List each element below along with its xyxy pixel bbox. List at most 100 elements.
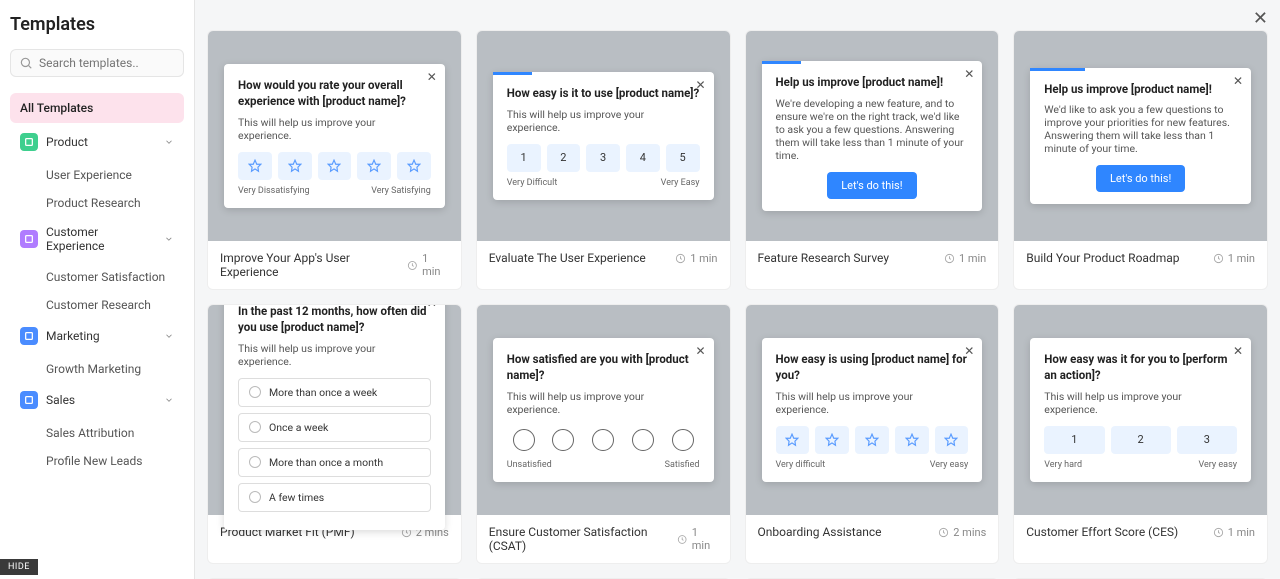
sidebar-sub-3-0[interactable]: Sales Attribution bbox=[10, 419, 184, 447]
sidebar-group-1[interactable]: Customer Experience bbox=[10, 217, 184, 261]
survey-question: Help us improve [product name]! bbox=[776, 75, 969, 91]
rating-number[interactable]: 5 bbox=[666, 144, 700, 172]
rating-number[interactable]: 4 bbox=[626, 144, 660, 172]
cta-button[interactable]: Let's do this! bbox=[827, 172, 916, 199]
sidebar-sub-0-1[interactable]: Product Research bbox=[10, 189, 184, 217]
survey-preview: ✕ How would you rate your overall experi… bbox=[224, 64, 445, 207]
rating-star[interactable] bbox=[318, 152, 352, 180]
sidebar-sub-1-1[interactable]: Customer Research bbox=[10, 291, 184, 319]
sidebar-sub-3-1[interactable]: Profile New Leads bbox=[10, 447, 184, 475]
survey-subtext: This will help us improve your experienc… bbox=[238, 116, 431, 142]
radio-option[interactable]: A few times bbox=[238, 483, 431, 512]
survey-question: How easy is it to use [product name]? bbox=[507, 86, 700, 102]
rating-number[interactable]: 3 bbox=[586, 144, 620, 172]
hide-badge[interactable]: HIDE bbox=[0, 559, 38, 575]
close-icon[interactable]: ✕ bbox=[1233, 344, 1243, 358]
category-icon bbox=[20, 133, 38, 151]
rating-face[interactable] bbox=[666, 426, 700, 454]
rating-face[interactable] bbox=[507, 426, 541, 454]
rating-star[interactable] bbox=[776, 426, 810, 454]
card-title: Ensure Customer Satisfaction (CSAT) bbox=[489, 525, 678, 553]
survey-question: How satisfied are you with [product name… bbox=[507, 352, 700, 383]
template-card[interactable]: ✕ Help us improve [product name]! We'd l… bbox=[1013, 30, 1268, 290]
rating-star[interactable] bbox=[935, 426, 969, 454]
sidebar-group-3[interactable]: Sales bbox=[10, 383, 184, 417]
close-icon[interactable]: ✕ bbox=[1253, 8, 1268, 29]
survey-preview: ✕ How satisfied are you with [product na… bbox=[493, 338, 714, 481]
rating-face[interactable] bbox=[586, 426, 620, 454]
survey-subtext: This will help us improve your experienc… bbox=[507, 108, 700, 134]
template-card[interactable]: ✕ Help us improve [product name]! We're … bbox=[745, 30, 1000, 290]
survey-subtext: This will help us improve your experienc… bbox=[1044, 390, 1237, 416]
sidebar-sub-1-0[interactable]: Customer Satisfaction bbox=[10, 263, 184, 291]
sidebar-group-label: Customer Experience bbox=[46, 225, 156, 253]
card-time: 1 min bbox=[407, 252, 448, 278]
template-card[interactable]: ✕ How would you rate your overall experi… bbox=[207, 30, 462, 290]
radio-option[interactable]: Once a week bbox=[238, 413, 431, 442]
rating-star[interactable] bbox=[278, 152, 312, 180]
template-card[interactable]: ✕ How satisfied are you with [product na… bbox=[476, 304, 731, 564]
page-title: Templates bbox=[10, 14, 184, 35]
search-icon bbox=[19, 56, 33, 70]
rating-face[interactable] bbox=[547, 426, 581, 454]
close-icon[interactable]: ✕ bbox=[427, 70, 437, 84]
rating-number[interactable]: 2 bbox=[547, 144, 581, 172]
category-icon bbox=[20, 391, 38, 409]
survey-subtext: This will help us improve your experienc… bbox=[507, 390, 700, 416]
survey-question: How easy is using [product name] for you… bbox=[776, 352, 969, 383]
rating-star[interactable] bbox=[238, 152, 272, 180]
sidebar-group-0[interactable]: Product bbox=[10, 125, 184, 159]
card-time: 1 min bbox=[1213, 252, 1255, 265]
rating-star[interactable] bbox=[397, 152, 431, 180]
main-area: ✕ ✕ How would you rate your overall expe… bbox=[195, 0, 1280, 579]
rating-star[interactable] bbox=[855, 426, 889, 454]
card-title: Feature Research Survey bbox=[758, 251, 890, 265]
card-time: 1 min bbox=[675, 252, 717, 265]
close-icon[interactable]: ✕ bbox=[1233, 74, 1243, 88]
rating-star[interactable] bbox=[815, 426, 849, 454]
template-card[interactable]: ✕ How easy was it for you to [perform an… bbox=[1013, 304, 1268, 564]
rating-star[interactable] bbox=[895, 426, 929, 454]
rating-star[interactable] bbox=[357, 152, 391, 180]
survey-preview: ✕ How easy is it to use [product name]? … bbox=[493, 72, 714, 200]
rating-face[interactable] bbox=[626, 426, 660, 454]
sidebar-item-all[interactable]: All Templates bbox=[10, 93, 184, 123]
search-box[interactable] bbox=[10, 49, 184, 77]
card-title: Improve Your App's User Experience bbox=[220, 251, 407, 279]
survey-preview: ✕ Help us improve [product name]! We're … bbox=[762, 61, 983, 211]
cta-button[interactable]: Let's do this! bbox=[1096, 165, 1185, 192]
sidebar-sub-2-0[interactable]: Growth Marketing bbox=[10, 355, 184, 383]
card-time: 1 min bbox=[1213, 526, 1255, 539]
sidebar-group-2[interactable]: Marketing bbox=[10, 319, 184, 353]
survey-subtext: We'd like to ask you a few questions to … bbox=[1044, 103, 1237, 155]
survey-question: Help us improve [product name]! bbox=[1044, 82, 1237, 98]
close-icon[interactable]: ✕ bbox=[695, 344, 705, 358]
card-title: Onboarding Assistance bbox=[758, 525, 882, 539]
survey-subtext: We're developing a new feature, and to e… bbox=[776, 97, 969, 162]
close-icon[interactable]: ✕ bbox=[964, 67, 974, 81]
sidebar: Templates All Templates Product User Exp… bbox=[0, 0, 195, 579]
card-time: 1 min bbox=[944, 252, 986, 265]
radio-option[interactable]: More than once a month bbox=[238, 448, 431, 477]
category-icon bbox=[20, 230, 38, 248]
survey-question: How would you rate your overall experien… bbox=[238, 78, 431, 109]
template-card[interactable]: ✕ How easy is it to use [product name]? … bbox=[476, 30, 731, 290]
rating-number[interactable]: 1 bbox=[1044, 426, 1104, 454]
template-card[interactable]: ✕ In the past 12 months, how often did y… bbox=[207, 304, 462, 564]
rating-number[interactable]: 1 bbox=[507, 144, 541, 172]
rating-number[interactable]: 3 bbox=[1177, 426, 1237, 454]
sidebar-sub-0-0[interactable]: User Experience bbox=[10, 161, 184, 189]
rating-number[interactable]: 2 bbox=[1111, 426, 1171, 454]
search-input[interactable] bbox=[39, 56, 175, 70]
survey-preview: ✕ In the past 12 months, how often did y… bbox=[224, 304, 445, 530]
category-icon bbox=[20, 327, 38, 345]
close-icon[interactable]: ✕ bbox=[695, 78, 705, 92]
survey-question: How easy was it for you to [perform an a… bbox=[1044, 352, 1237, 383]
survey-preview: ✕ Help us improve [product name]! We'd l… bbox=[1030, 68, 1251, 205]
close-icon[interactable]: ✕ bbox=[427, 304, 437, 310]
radio-option[interactable]: More than once a week bbox=[238, 378, 431, 407]
sidebar-group-label: Product bbox=[46, 135, 88, 149]
template-card[interactable]: ✕ How easy is using [product name] for y… bbox=[745, 304, 1000, 564]
card-time: 1 min bbox=[677, 526, 717, 552]
close-icon[interactable]: ✕ bbox=[964, 344, 974, 358]
